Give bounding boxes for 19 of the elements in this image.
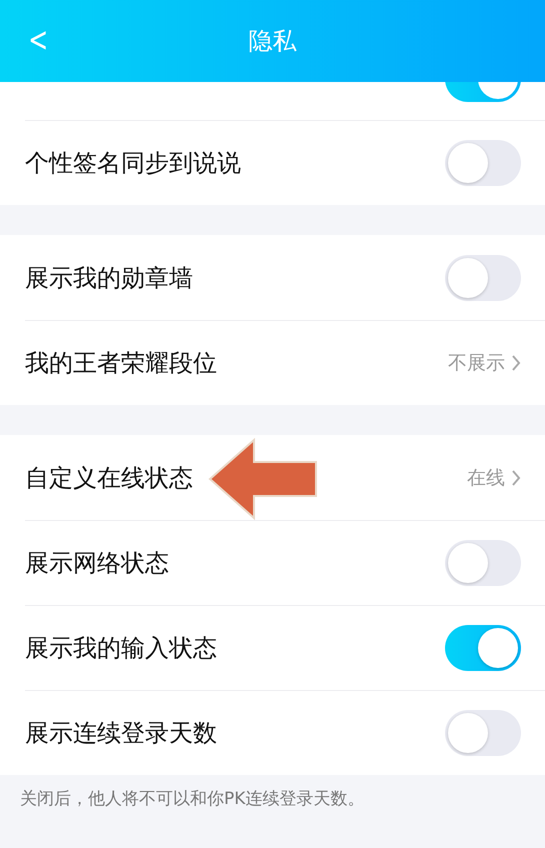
back-button[interactable]: < [24, 22, 52, 58]
toggle-switch[interactable] [445, 540, 521, 586]
chevron-right-icon [511, 468, 521, 486]
setting-label: 展示我的勋章墙 [25, 262, 193, 294]
setting-label: 展示网络状态 [25, 548, 169, 579]
setting-value[interactable]: 不展示 [448, 350, 505, 376]
setting-label: 展示连续登录天数 [25, 718, 217, 749]
setting-label: 展示我的输入状态 [25, 633, 217, 664]
toggle-switch[interactable] [445, 254, 521, 300]
chevron-right-icon [511, 354, 521, 372]
setting-label: 自定义在线状态 [25, 462, 193, 494]
setting-label: 我的王者荣耀段位 [25, 348, 217, 379]
setting-label: 个性签名同步到说说 [25, 148, 241, 179]
toggle-switch[interactable] [445, 625, 521, 671]
footer-note: 关闭后，他人将不可以和你PK连续登录天数。 [20, 789, 364, 809]
page-title: 隐私 [248, 26, 296, 57]
setting-value[interactable]: 在线 [467, 464, 505, 490]
toggle-switch[interactable] [445, 710, 521, 756]
toggle-switch[interactable] [445, 140, 521, 186]
